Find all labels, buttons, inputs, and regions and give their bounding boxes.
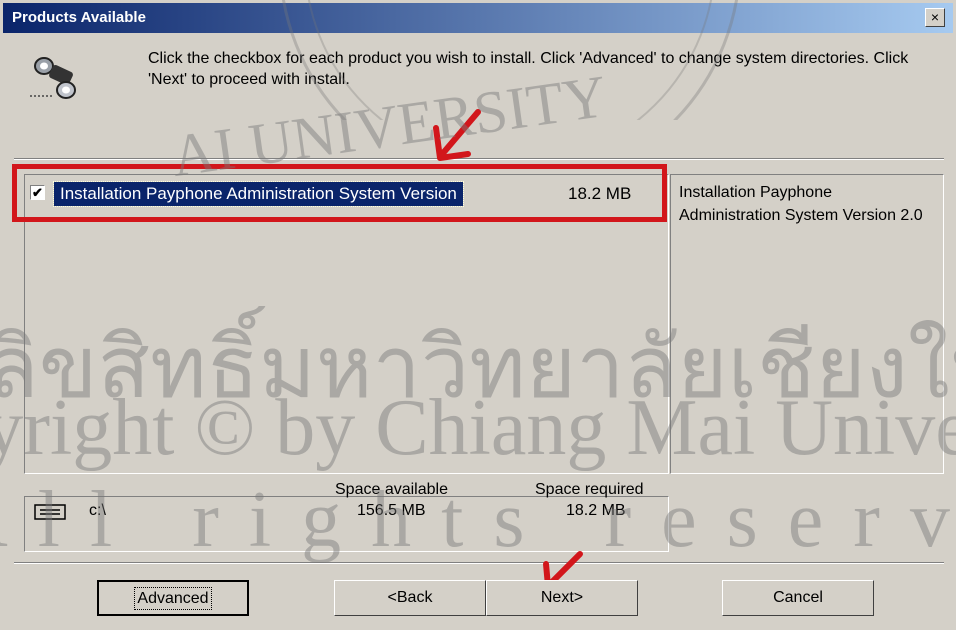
advanced-button[interactable]: Advanced [97, 580, 249, 616]
space-required-header: Space required [535, 481, 644, 498]
installer-window: Products Available × Click the checkbox … [0, 0, 956, 630]
next-button-label: Next> [540, 589, 584, 606]
space-available-value: 156.5 MB [357, 502, 426, 519]
product-description: Installation Payphone Administration Sys… [670, 174, 944, 474]
space-available-header: Space available [335, 481, 448, 498]
close-button[interactable]: × [925, 8, 945, 27]
drive-icon [34, 504, 66, 520]
back-button-label: <Back [387, 589, 433, 606]
space-required-value: 18.2 MB [566, 502, 626, 519]
back-button[interactable]: <Back [334, 580, 486, 616]
drive-label: c:\ [89, 502, 106, 519]
cancel-button[interactable]: Cancel [722, 580, 874, 616]
cancel-button-label: Cancel [773, 589, 823, 606]
advanced-button-label: Advanced [134, 587, 212, 610]
annotation-highlight-box [12, 164, 667, 222]
next-button[interactable]: Next> [486, 580, 638, 616]
footer-divider [14, 562, 944, 564]
installer-icon [30, 57, 76, 99]
university-seal-watermark [281, 0, 739, 120]
window-title: Products Available [12, 9, 146, 26]
